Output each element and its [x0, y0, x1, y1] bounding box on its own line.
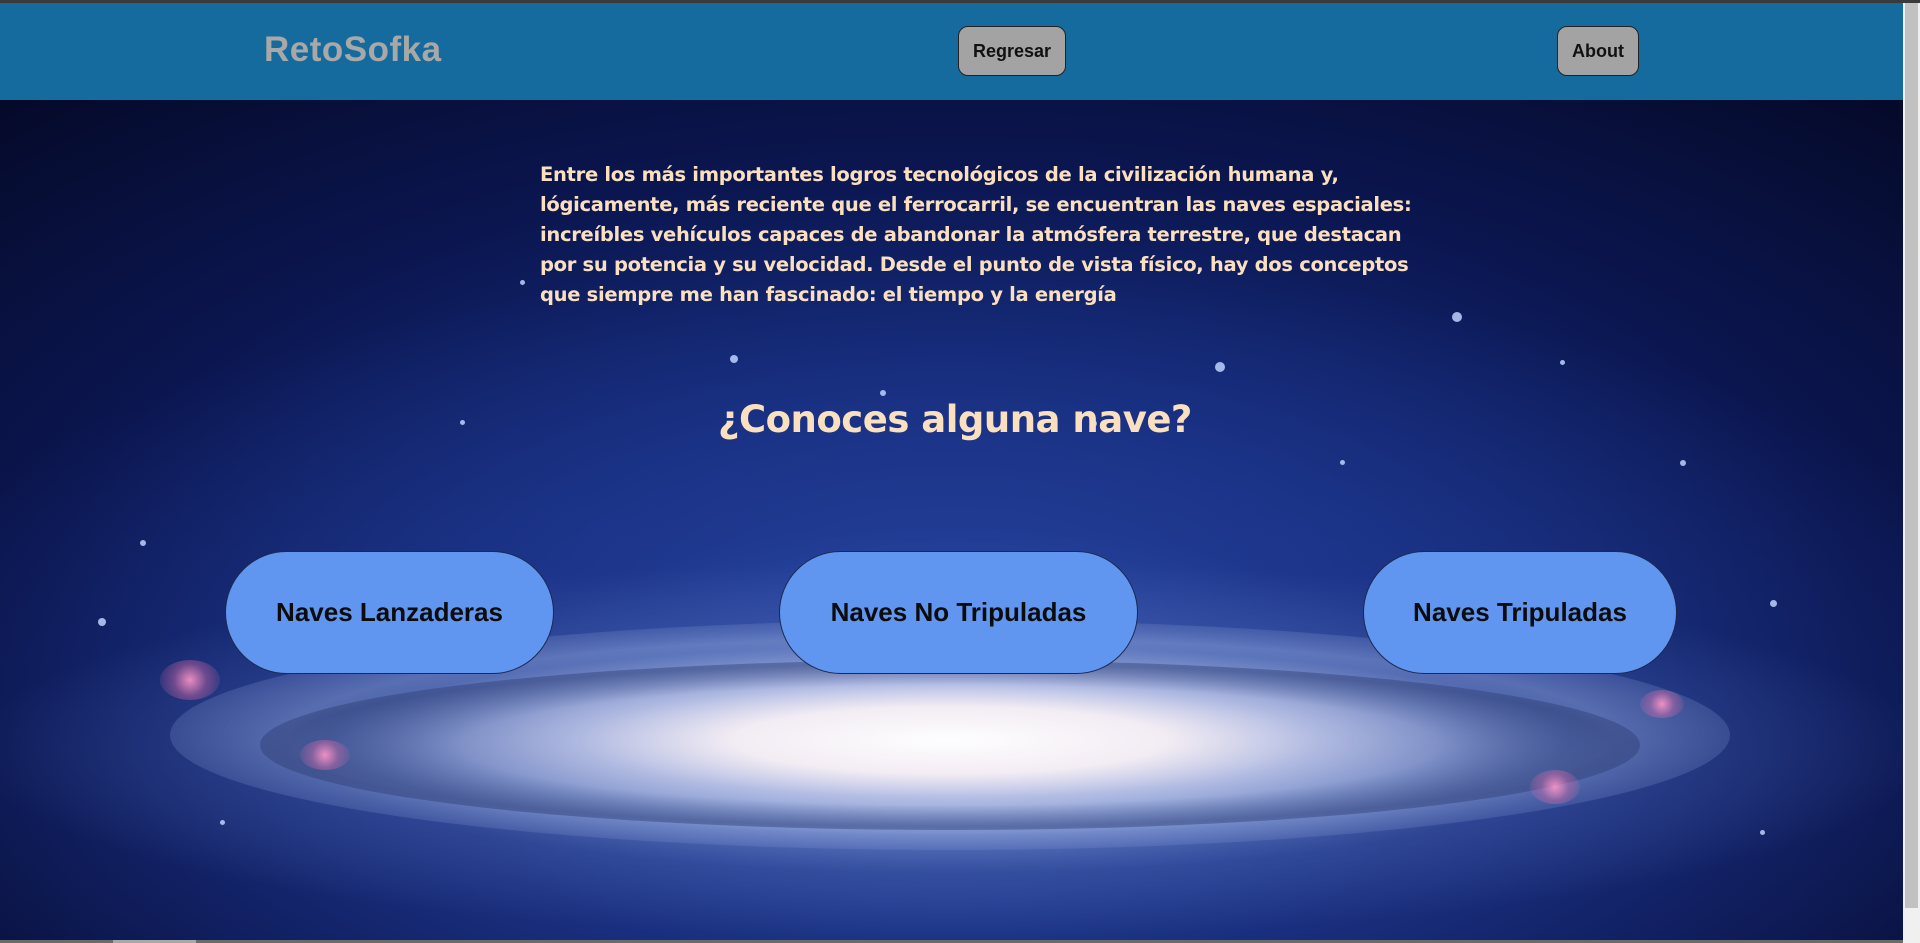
page: RetoSofka Regresar About Entre los más i…	[0, 0, 1920, 943]
about-button[interactable]: About	[1557, 26, 1639, 76]
nebula-glow	[1640, 690, 1684, 718]
naves-lanzaderas-button[interactable]: Naves Lanzaderas	[225, 551, 554, 674]
vertical-scroll-thumb[interactable]	[1905, 3, 1918, 908]
nebula-glow	[160, 660, 220, 700]
star	[1770, 600, 1777, 607]
regresar-button[interactable]: Regresar	[958, 26, 1066, 76]
nebula-glow	[1530, 770, 1580, 804]
galaxy-arm-dust	[260, 660, 1640, 830]
star	[1680, 460, 1686, 466]
star	[1340, 460, 1345, 465]
star	[460, 420, 465, 425]
star	[880, 390, 886, 396]
star	[98, 618, 106, 626]
section-heading: ¿Conoces alguna nave?	[718, 398, 1192, 441]
star	[1560, 360, 1565, 365]
star	[140, 540, 146, 546]
star	[1452, 312, 1462, 322]
brand-logo[interactable]: RetoSofka	[264, 30, 442, 70]
naves-no-tripuladas-button[interactable]: Naves No Tripuladas	[779, 551, 1138, 674]
nebula-glow	[300, 740, 350, 770]
star	[730, 355, 738, 363]
navbar: RetoSofka Regresar About	[0, 3, 1903, 100]
naves-tripuladas-button[interactable]: Naves Tripuladas	[1363, 551, 1677, 674]
intro-paragraph: Entre los más importantes logros tecnoló…	[540, 163, 1412, 306]
star	[220, 820, 225, 825]
star	[520, 280, 525, 285]
star	[1760, 830, 1765, 835]
star	[1215, 362, 1225, 372]
